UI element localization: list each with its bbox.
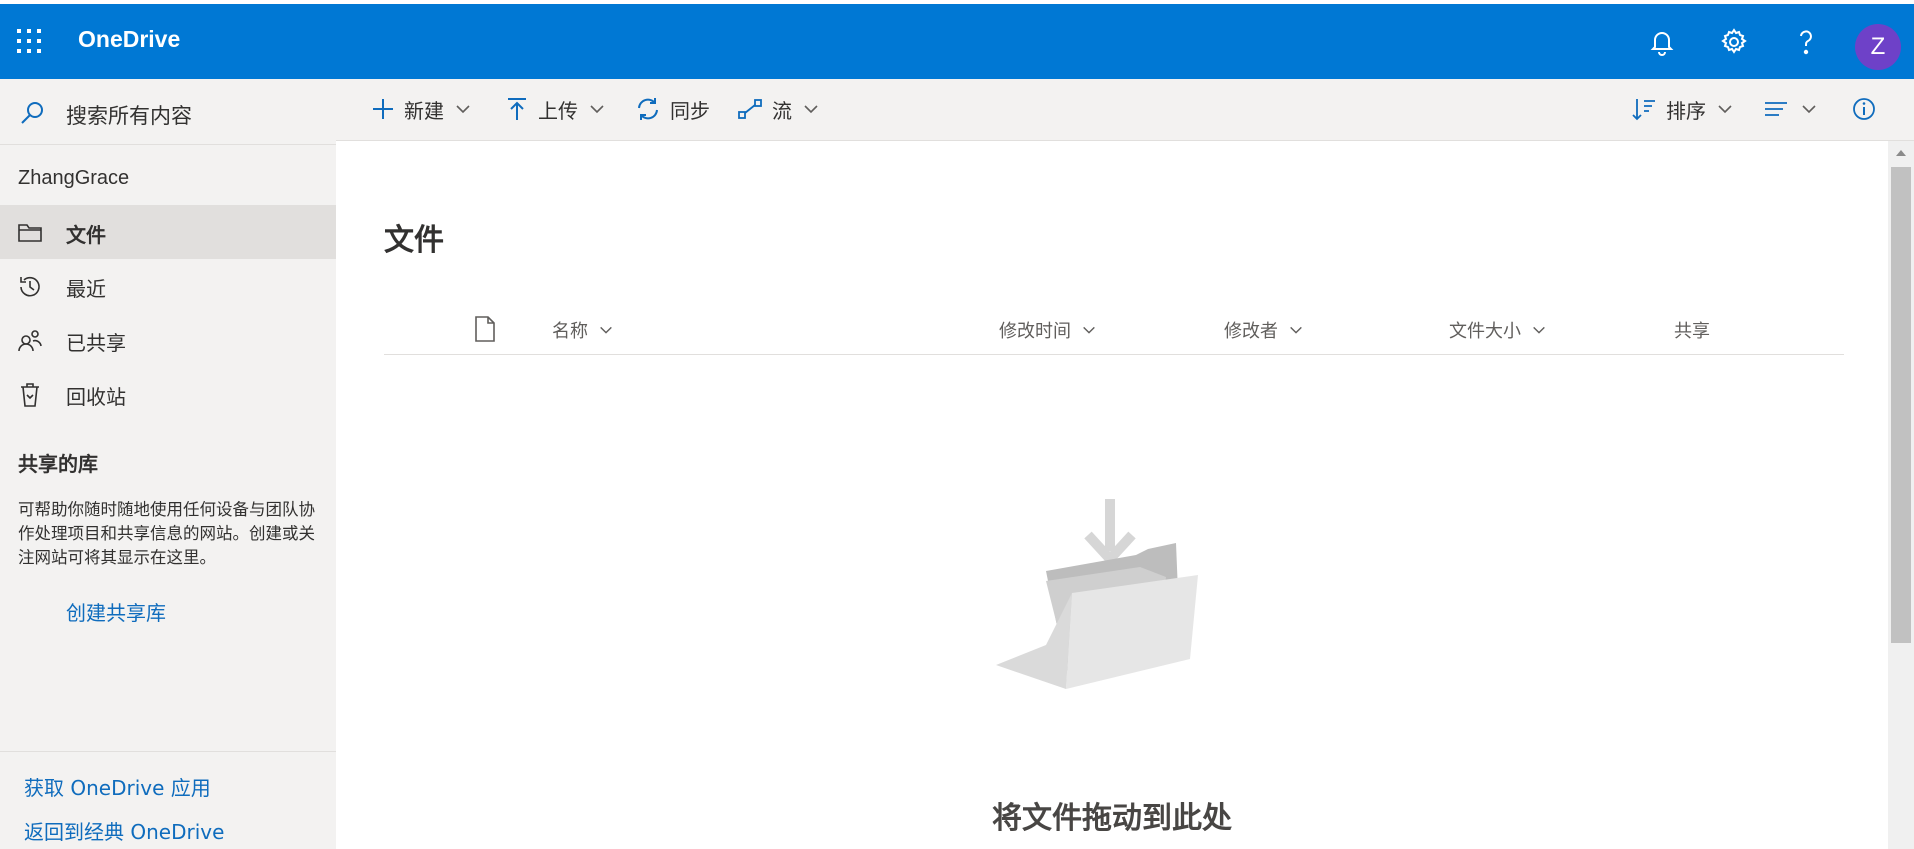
app-name[interactable]: OneDrive [78, 26, 180, 53]
info-button[interactable] [1850, 93, 1878, 125]
sidebar-item-label: 已共享 [66, 331, 126, 355]
sidebar-footer: 获取 OneDrive 应用 返回到经典 OneDrive [0, 751, 336, 849]
avatar[interactable]: Z [1855, 24, 1901, 70]
chevron-down-icon [804, 105, 818, 114]
people-icon [16, 327, 44, 355]
sync-button[interactable]: 同步 [634, 93, 710, 125]
help-icon[interactable] [1790, 26, 1822, 58]
new-button[interactable]: 新建 [370, 93, 472, 125]
sidebar-item-label: 文件 [66, 223, 106, 247]
upload-icon [508, 98, 526, 120]
search-icon [18, 99, 46, 127]
column-label: 共享 [1674, 321, 1710, 342]
scrollbar-thumb[interactable] [1891, 167, 1911, 643]
chevron-down-icon [1718, 105, 1732, 114]
column-file-size[interactable]: 文件大小 [1449, 317, 1547, 343]
sync-icon [638, 98, 658, 120]
sidebar-item-label: 最近 [66, 277, 106, 301]
scroll-up-arrow-icon[interactable] [1894, 147, 1908, 159]
search-box[interactable]: 搜索所有内容 [0, 79, 336, 145]
column-modified[interactable]: 修改时间 [999, 317, 1097, 343]
sidebar-item-label: 回收站 [66, 385, 126, 409]
classic-onedrive-link[interactable]: 返回到经典 OneDrive [24, 816, 224, 845]
upload-button[interactable]: 上传 [504, 93, 606, 125]
sync-label: 同步 [670, 98, 710, 123]
chevron-down-icon [1802, 105, 1816, 114]
recycle-bin-icon [16, 381, 44, 409]
gear-icon[interactable] [1718, 26, 1750, 58]
search-input[interactable]: 搜索所有内容 [66, 100, 192, 130]
flow-button[interactable]: 流 [736, 93, 820, 125]
flow-label: 流 [772, 98, 792, 123]
plus-icon [373, 99, 393, 119]
folder-icon [16, 219, 44, 247]
chevron-down-icon [1083, 326, 1095, 334]
get-app-link[interactable]: 获取 OneDrive 应用 [24, 772, 211, 801]
page-title: 文件 [384, 223, 444, 258]
main-content: 文件 名称 修改时间 修改者 文件大小 共享 将文件拖动到此处 [336, 141, 1888, 849]
column-label: 修改者 [1224, 321, 1278, 342]
column-header: 名称 修改时间 修改者 文件大小 共享 [384, 311, 1844, 355]
top-bar: OneDrive Z [0, 4, 1914, 79]
sidebar-item-shared[interactable]: 已共享 [0, 313, 336, 367]
create-shared-library-link[interactable]: 创建共享库 [66, 597, 166, 626]
shared-libraries-heading: 共享的库 [18, 452, 98, 476]
sort-icon [1632, 99, 1655, 121]
sort-button[interactable]: 排序 [1630, 93, 1734, 125]
chevron-down-icon [600, 326, 612, 334]
view-options-button[interactable] [1762, 93, 1818, 125]
chevron-down-icon [1290, 326, 1302, 334]
column-sharing[interactable]: 共享 [1674, 317, 1710, 343]
history-icon [16, 273, 44, 301]
sort-label: 排序 [1666, 98, 1706, 123]
list-view-icon [1765, 102, 1787, 116]
file-type-column[interactable] [472, 315, 498, 343]
column-name[interactable]: 名称 [552, 317, 614, 343]
sidebar-item-recycle-bin[interactable]: 回收站 [0, 367, 336, 421]
empty-state-message: 将文件拖动到此处 [992, 801, 1232, 836]
upload-label: 上传 [538, 98, 578, 123]
waffle-icon[interactable] [14, 26, 44, 56]
sidebar-item-files[interactable]: 文件 [0, 205, 336, 259]
chevron-down-icon [1533, 326, 1545, 334]
sidebar: 搜索所有内容 ZhangGrace 文件 最近 已共享 回收站 共享的库 可帮助… [0, 79, 336, 849]
column-label: 修改时间 [999, 321, 1071, 342]
chevron-down-icon [590, 105, 604, 114]
document-icon [475, 316, 495, 342]
column-label: 文件大小 [1449, 321, 1521, 342]
column-modified-by[interactable]: 修改者 [1224, 317, 1304, 343]
sidebar-item-recent[interactable]: 最近 [0, 259, 336, 313]
user-name: ZhangGrace [18, 167, 130, 189]
flow-icon [738, 99, 762, 119]
empty-folder-illustration [976, 491, 1236, 731]
bell-icon[interactable] [1646, 26, 1678, 58]
new-label: 新建 [404, 98, 444, 123]
info-icon [1853, 98, 1875, 120]
column-label: 名称 [552, 321, 588, 342]
shared-libraries-description: 可帮助你随时随地使用任何设备与团队协作处理项目和共享信息的网站。创建或关注网站可… [18, 500, 315, 567]
chevron-down-icon [456, 105, 470, 114]
command-bar: 新建 上传 同步 流 排序 [336, 79, 1914, 141]
